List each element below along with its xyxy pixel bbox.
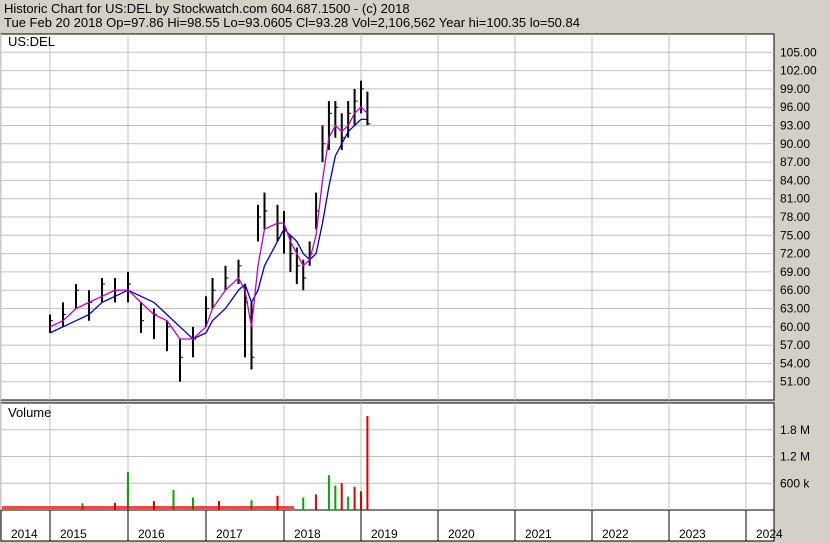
year-label: 2017 xyxy=(216,527,243,541)
volume-bar xyxy=(334,485,337,510)
volume-bar xyxy=(327,475,330,510)
price-tick-label: 78.00 xyxy=(780,210,810,224)
price-tick-label: 75.00 xyxy=(780,228,810,242)
price-tick-label: 63.00 xyxy=(780,302,810,316)
price-tick-label: 99.00 xyxy=(780,82,810,96)
volume-baseline-strip xyxy=(2,506,294,509)
price-tick-label: 87.00 xyxy=(780,155,810,169)
year-label: 2014 xyxy=(11,527,38,541)
price-tick-label: 96.00 xyxy=(780,100,810,114)
volume-bar xyxy=(366,416,369,510)
price-tick-label: 81.00 xyxy=(780,192,810,206)
price-volume-chart: 105.00 102.00 99.00 96.00 93.00 90.00 87.00 84.… xyxy=(0,33,817,542)
price-tick-label: 105.00 xyxy=(780,45,817,59)
price-axis: 105.00 102.00 99.00 96.00 93.00 90.00 87.00 84.… xyxy=(780,45,817,388)
volume-bar xyxy=(347,496,350,510)
volume-label: Volume xyxy=(8,405,51,420)
volume-tick-label: 600 k xyxy=(780,476,810,490)
price-tick-label: 69.00 xyxy=(780,265,810,279)
price-tick-label: 90.00 xyxy=(780,137,810,151)
price-tick-label: 84.00 xyxy=(780,173,810,187)
year-label: 2016 xyxy=(138,527,165,541)
volume-bar xyxy=(360,491,362,510)
year-label: 2019 xyxy=(371,527,398,541)
volume-tick-label: 1.8 M xyxy=(780,423,810,437)
year-label: 2015 xyxy=(60,527,87,541)
year-label: 2018 xyxy=(294,527,321,541)
year-label: 2024 xyxy=(756,527,783,541)
price-tick-label: 72.00 xyxy=(780,247,810,261)
volume-bar xyxy=(340,483,343,510)
volume-bar xyxy=(127,472,129,510)
chart-window: Historic Chart for US:DEL by Stockwatch.… xyxy=(0,0,830,543)
price-tick-label: 54.00 xyxy=(780,356,810,370)
volume-tick-label: 1.2 M xyxy=(780,450,810,464)
year-label: 2022 xyxy=(602,527,629,541)
price-tick-label: 66.00 xyxy=(780,283,810,297)
price-tick-label: 57.00 xyxy=(780,338,810,352)
year-label: 2021 xyxy=(525,527,552,541)
volume-bar xyxy=(315,494,318,510)
price-tick-label: 51.00 xyxy=(780,375,810,389)
year-label: 2023 xyxy=(679,527,706,541)
price-tick-label: 93.00 xyxy=(780,119,810,133)
price-tick-label: 60.00 xyxy=(780,320,810,334)
price-tick-label: 102.00 xyxy=(780,64,817,78)
year-label: 2020 xyxy=(448,527,475,541)
volume-bar xyxy=(353,486,356,510)
volume-axis: 1.8 M 1.2 M 600 k xyxy=(780,423,810,491)
symbol-label: US:DEL xyxy=(8,34,55,49)
volume-bar xyxy=(302,497,305,510)
